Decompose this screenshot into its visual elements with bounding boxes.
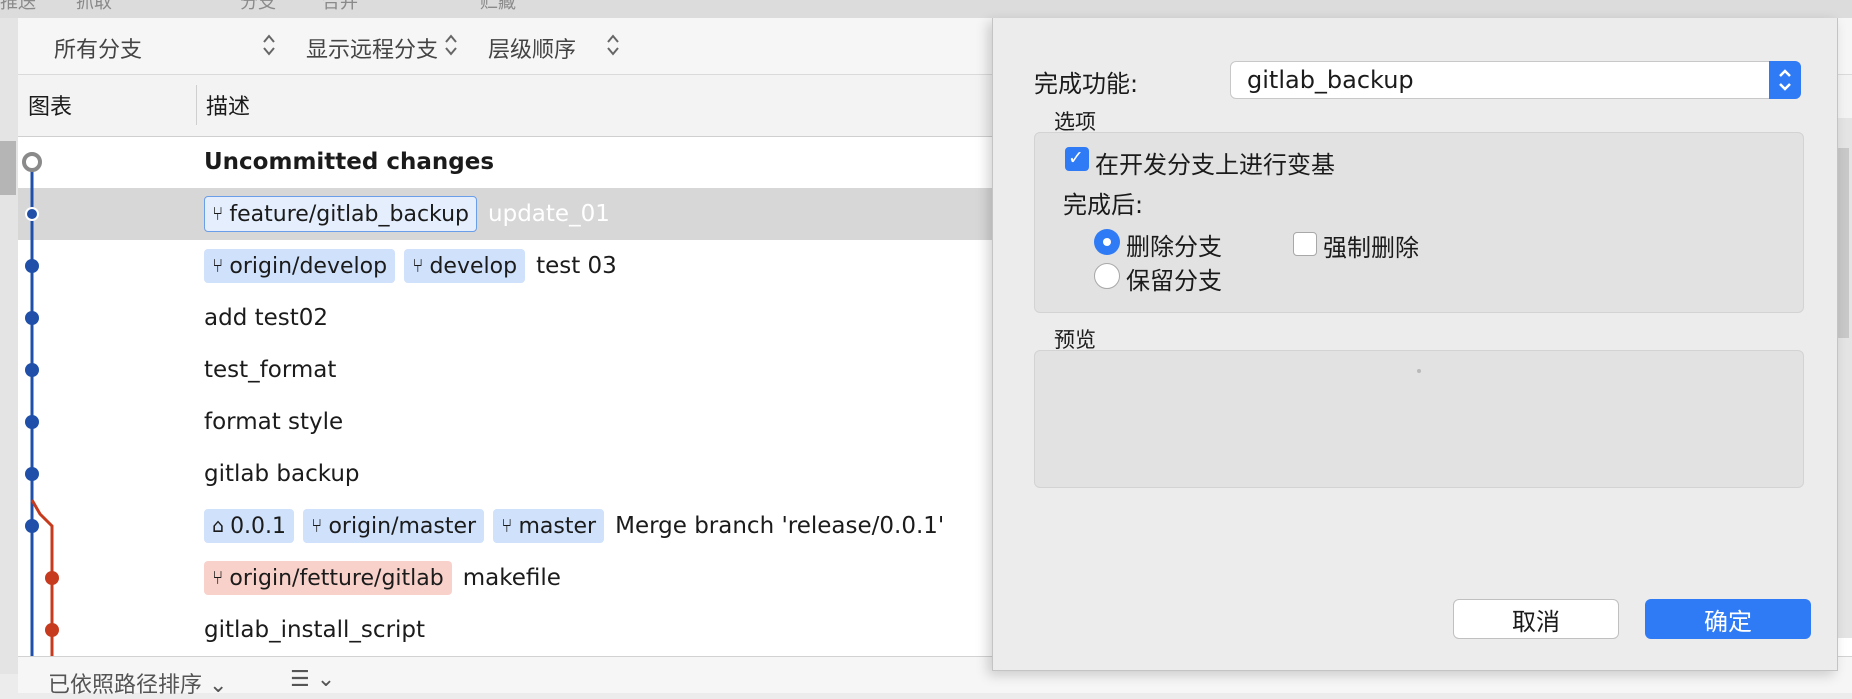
feature-select[interactable]: gitlab_backup [1230,61,1801,99]
branches-filter-select[interactable]: 所有分支 [54,32,142,64]
list-options-menu[interactable]: ☰ ⌄ [290,667,335,692]
checkmark-icon: ✓ [1068,147,1084,169]
branch-tag[interactable]: ⑂ master [493,509,605,543]
branch-icon: ⑂ [501,515,513,537]
chevron-down-icon: ⌄ [316,667,336,692]
commit-message: Merge branch 'release/0.0.1' [615,513,945,539]
branch-tag-label: origin/develop [229,253,388,279]
commit-message: test 03 [536,253,617,279]
toolbar-push-label[interactable]: 推送 [0,0,36,14]
delete-branch-label[interactable]: 删除分支 [1126,227,1222,262]
branch-tag-label: feature/gitlab_backup [229,201,470,227]
column-divider[interactable] [196,85,197,125]
branch-tag-label: develop [429,253,518,279]
force-delete-checkbox[interactable] [1293,232,1317,256]
force-delete-label[interactable]: 强制删除 [1323,228,1419,263]
branch-tag[interactable]: ⑂ origin/develop [204,249,396,283]
updown-chevron-icon [1769,61,1801,99]
branch-tag[interactable]: ⑂ feature/gitlab_backup [204,196,478,232]
cancel-button[interactable]: 取消 [1453,599,1619,639]
branch-icon: ⑂ [212,567,224,589]
toolbar-branch-label[interactable]: 分支 [240,0,276,14]
finish-feature-dialog: 完成功能: gitlab_backup 选项 ✓ 在开发分支上进行变基 完成后:… [992,18,1838,671]
version-tag[interactable]: ⌂ 0.0.1 [204,509,295,543]
commit-message: add test02 [204,305,329,331]
options-group: ✓ 在开发分支上进行变基 完成后: 删除分支 强制删除 保留分支 [1034,132,1804,313]
rebase-checkbox[interactable]: ✓ [1065,147,1089,171]
commit-node [25,467,39,481]
updown-chevron-icon [445,34,457,56]
commit-message: format style [204,409,344,435]
commit-message: test_format [204,357,337,383]
commit-node [25,259,39,273]
preview-area [1034,350,1804,488]
chevron-down-icon: ⌄ [209,673,228,698]
branch-icon: ⑂ [212,255,224,277]
commit-node [25,207,39,221]
description-column-header[interactable]: 描述 [206,89,250,121]
order-filter-select[interactable]: 层级顺序 [488,32,576,64]
branch-tag-label: origin/fetture/gitlab [229,565,444,591]
tag-icon: ⌂ [212,515,225,537]
finish-feature-label: 完成功能: [1034,70,1139,98]
list-icon: ☰ [290,667,310,692]
commit-message: Uncommitted changes [204,149,495,175]
uncommitted-node [22,152,42,172]
branch-icon: ⑂ [212,203,224,225]
commit-node [45,571,59,585]
updown-chevron-icon [607,34,619,56]
feature-select-value: gitlab_backup [1247,66,1414,94]
commit-message: makefile [462,565,561,591]
toolbar-fetch-label[interactable]: 抓取 [76,0,112,14]
keep-branch-label[interactable]: 保留分支 [1126,261,1222,296]
sidebar-edge [0,18,19,674]
commit-node [25,415,39,429]
branch-tag-label: origin/master [328,513,477,539]
remote-branch-tag[interactable]: ⑂ origin/fetture/gitlab [204,561,452,595]
after-finish-label: 完成后: [1063,191,1144,219]
commit-node [25,311,39,325]
rebase-label[interactable]: 在开发分支上进行变基 [1095,145,1335,180]
sidebar-scroll-thumb[interactable] [0,141,16,195]
keep-branch-radio[interactable] [1094,263,1120,289]
commit-graph [22,152,59,656]
commit-node [45,623,59,637]
remote-filter-select[interactable]: 显示远程分支 [306,32,438,64]
commit-node [25,519,39,533]
version-tag-label: 0.0.1 [230,513,287,539]
branch-tag[interactable]: ⑂ develop [404,249,526,283]
sort-mode-label: 已依照路径排序 [48,673,203,698]
branch-tag-label: master [518,513,597,539]
loading-indicator [1417,369,1421,373]
commit-node [25,363,39,377]
delete-branch-radio[interactable] [1094,229,1120,255]
branch-tag[interactable]: ⑂ origin/master [303,509,485,543]
commit-message: gitlab backup [204,461,360,487]
toolbar-stash-label[interactable]: 贮藏 [480,0,516,14]
graph-column-header[interactable]: 图表 [28,89,72,121]
branch-icon: ⑂ [311,515,323,537]
toolbar-strip: 推送 抓取 分支 合并 贮藏 [0,0,1852,19]
toolbar-merge-label[interactable]: 合并 [322,0,358,14]
commit-message: update_01 [488,201,610,227]
updown-chevron-icon [263,34,275,56]
commit-message: gitlab_install_script [204,617,426,643]
ok-button[interactable]: 确定 [1645,599,1811,639]
branch-icon: ⑂ [412,255,424,277]
sort-mode-menu[interactable]: 已依照路径排序 ⌄ [48,667,227,699]
